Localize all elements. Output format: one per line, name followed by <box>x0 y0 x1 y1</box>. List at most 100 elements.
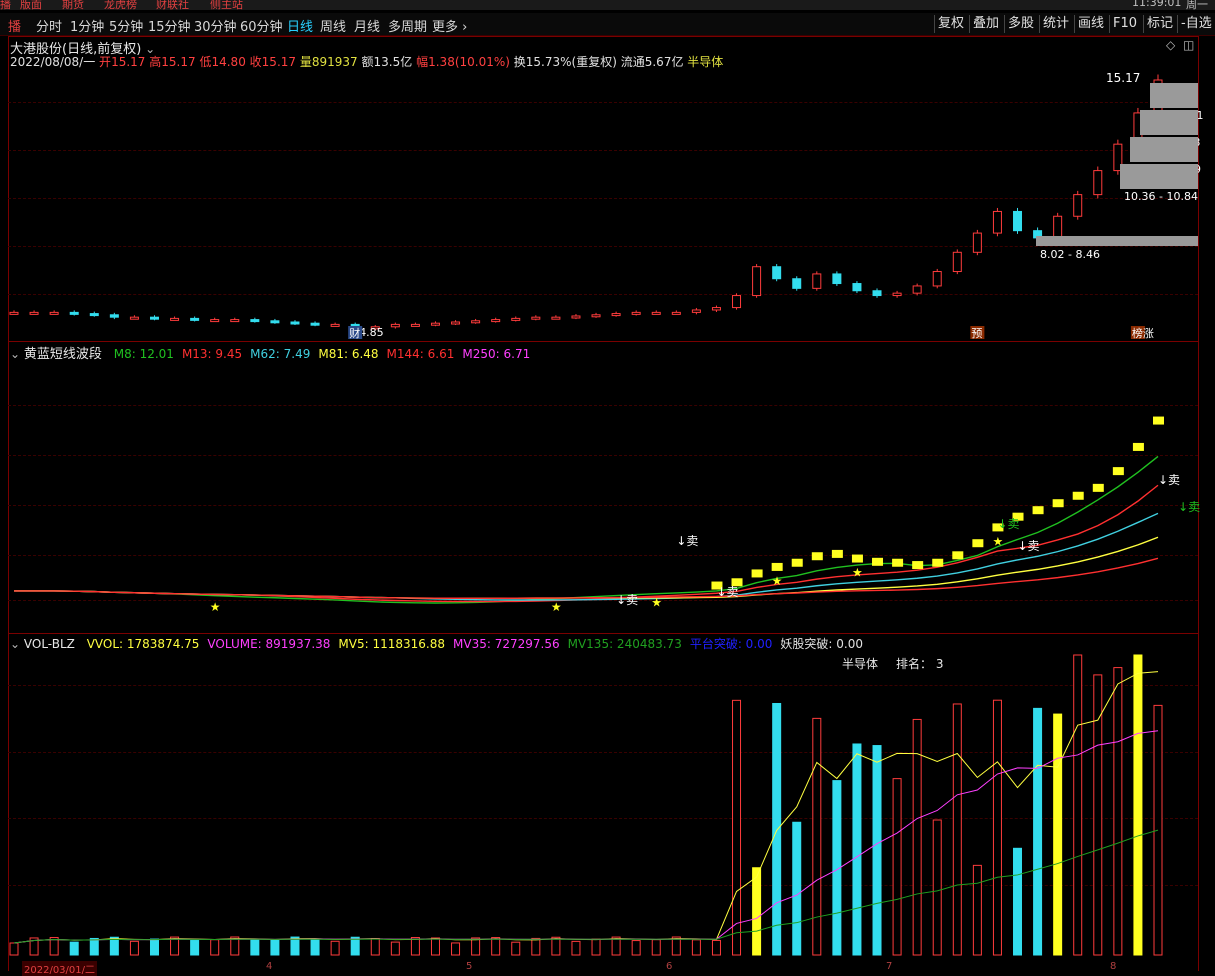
candle-body <box>872 290 882 297</box>
moving-average-line <box>14 512 1159 601</box>
trend-band-block <box>1132 442 1144 451</box>
volume-bar <box>471 937 481 956</box>
volume-bar <box>872 745 882 956</box>
trend-band-block <box>952 551 964 560</box>
star-signal-icon: ★ <box>992 534 1003 548</box>
chip-bar <box>1150 83 1198 108</box>
volume-bar <box>651 939 661 956</box>
star-signal-icon: ★ <box>210 600 221 614</box>
sell-signal: ↓卖 <box>997 517 1019 531</box>
trend-band-block <box>851 554 863 563</box>
sell-signal: ↓卖 <box>676 534 698 548</box>
trend-band-block <box>1032 506 1044 515</box>
trend-band-block <box>912 561 924 570</box>
candle-body <box>89 313 99 317</box>
volume-bar <box>852 743 862 956</box>
candle-body <box>671 311 681 315</box>
volume-bar <box>430 937 440 956</box>
high-price-label: 15.17 <box>1106 71 1140 85</box>
chart-canvas: 15.174.85财预榜涨13.79 - 112.54 - 1311.40 - … <box>9 71 1203 956</box>
chip-bar <box>1120 164 1198 189</box>
volume-bar <box>732 699 742 956</box>
candle-body <box>430 322 440 326</box>
volume-bar <box>89 937 99 956</box>
date-tick: 7 <box>886 961 893 972</box>
volume-bar <box>932 819 942 956</box>
volume-bar <box>129 940 139 956</box>
volume-bar <box>49 937 59 956</box>
candle-body <box>631 311 641 315</box>
candle-body <box>1013 210 1023 232</box>
candle-body <box>149 316 159 320</box>
trend-band-block <box>771 562 783 571</box>
volume-bar <box>1093 674 1103 956</box>
volume-bar <box>591 938 601 956</box>
star-signal-icon: ★ <box>651 595 662 609</box>
candle-body <box>892 292 902 297</box>
candle-body <box>752 266 762 297</box>
volume-bar <box>1053 713 1063 956</box>
volume-bar <box>1073 654 1083 956</box>
trend-band-block <box>831 549 843 558</box>
trend-band-block <box>1112 467 1124 476</box>
event-marker: 榜涨 <box>1132 326 1154 340</box>
star-signal-icon: ★ <box>772 574 783 588</box>
candle-body <box>190 317 200 321</box>
chip-bar <box>1140 110 1198 135</box>
trend-band-block <box>1052 499 1064 508</box>
candle-body <box>952 251 962 273</box>
event-marker: 预 <box>971 327 982 340</box>
volume-bar <box>310 938 320 956</box>
date-tick: 6 <box>666 961 673 972</box>
candle-body <box>832 273 842 285</box>
candle-body <box>1093 170 1103 196</box>
candle-body <box>29 311 39 315</box>
volume-bar <box>330 940 340 956</box>
moving-average-line <box>14 536 1159 599</box>
candle-body <box>9 311 19 315</box>
trend-band-block <box>892 558 904 567</box>
trend-band-block <box>932 558 944 567</box>
candle-body <box>912 285 922 294</box>
volume-bar <box>270 939 280 956</box>
volume-bar <box>210 939 220 956</box>
volume-bar <box>9 942 19 956</box>
trend-band-block <box>1072 491 1084 500</box>
candle-body <box>591 314 601 318</box>
moving-average-line <box>14 557 1159 599</box>
volume-ma-line <box>13 829 1159 944</box>
chip-range-label: 10.36 - 10.84 <box>1124 190 1198 203</box>
low-price-label: 4.85 <box>359 326 384 339</box>
candle-body <box>792 278 802 289</box>
volume-bar <box>149 938 159 956</box>
candle-body <box>129 316 139 320</box>
volume-bar <box>370 937 380 956</box>
candle-body <box>310 322 320 326</box>
volume-bar <box>952 703 962 956</box>
chip-bar <box>1130 137 1198 162</box>
volume-bar <box>972 864 982 956</box>
volume-bar <box>1013 847 1023 956</box>
chip-bar <box>1036 236 1198 246</box>
volume-bar <box>290 936 300 956</box>
volume-ma-line <box>13 730 1159 944</box>
volume-bar <box>511 941 521 956</box>
candle-body <box>109 314 119 318</box>
volume-bar <box>1133 654 1143 956</box>
date-tick: 8 <box>1110 961 1117 972</box>
chip-range-label: 8.02 - 8.46 <box>1040 248 1100 261</box>
volume-bar <box>792 821 802 956</box>
sell-signal: ↓卖 <box>1178 500 1200 514</box>
star-signal-icon: ★ <box>551 600 562 614</box>
candle-body <box>170 317 180 321</box>
candle-body <box>972 232 982 253</box>
candle-body <box>471 320 481 324</box>
volume-bar <box>451 942 461 956</box>
candle-body <box>651 311 661 315</box>
date-axis: 2022/03/01/二 4 5 6 7 8 <box>8 961 1198 976</box>
volume-bar <box>992 699 1002 956</box>
candle-body <box>210 319 220 323</box>
candle-body <box>732 295 742 309</box>
volume-bar <box>551 936 561 956</box>
volume-bar <box>892 778 902 956</box>
